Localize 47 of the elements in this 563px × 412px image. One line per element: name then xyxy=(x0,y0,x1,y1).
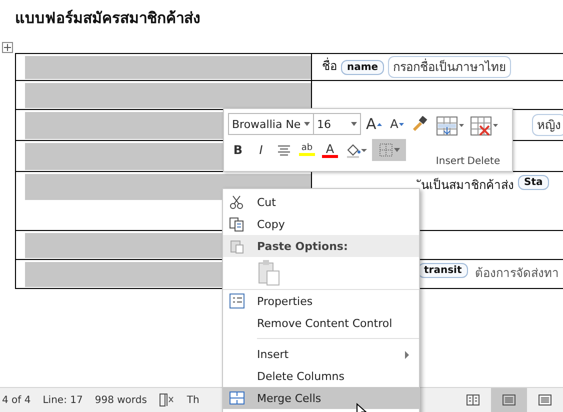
triangle-icon xyxy=(399,122,404,126)
font-name-dropdown[interactable]: Browallia Ne xyxy=(228,113,314,135)
field-label: ันเป็นสมาชิกค้าส่ง xyxy=(418,175,514,197)
caret-icon xyxy=(351,122,357,126)
table-icon xyxy=(229,390,245,406)
menu-item[interactable]: Properties xyxy=(223,290,419,312)
scissors-icon xyxy=(229,194,245,210)
text-input-field[interactable]: กรอกชื่อเป็นภาษาไทย xyxy=(388,56,512,78)
triangle-icon xyxy=(377,122,382,126)
submenu-arrow-icon xyxy=(405,351,409,359)
status-text: 998 words xyxy=(94,394,147,406)
caret-icon xyxy=(304,122,310,126)
shrink-font-button[interactable]: A xyxy=(387,113,408,135)
menu-item[interactable]: Merge Cells xyxy=(223,387,419,409)
bold-button[interactable]: B xyxy=(228,139,248,161)
move-handle-icon[interactable] xyxy=(2,42,13,53)
clipboard-icon[interactable] xyxy=(257,259,281,287)
proofing-icon[interactable] xyxy=(158,393,175,407)
caret-icon xyxy=(394,148,400,152)
highlight-button[interactable]: ab xyxy=(297,139,317,161)
properties-icon xyxy=(229,293,245,309)
content-control-tag: Sta xyxy=(518,175,549,190)
menu-item[interactable]: Remove Content Control xyxy=(223,312,419,334)
italic-button[interactable]: I xyxy=(251,139,271,161)
menu-item[interactable]: Copy xyxy=(223,213,419,235)
font-size-dropdown[interactable]: 16 xyxy=(313,113,361,135)
menu-item[interactable]: Cut xyxy=(223,191,419,213)
field-label: ชื่อ xyxy=(321,56,337,76)
menu-section-header: Paste Options: xyxy=(223,235,419,257)
document-title: แบบฟอร์มสมัครสมาชิกค้าส่ง xyxy=(14,8,201,29)
text-input-field[interactable]: ต้องการจัดส่งทา xyxy=(472,263,559,285)
insert-button[interactable]: Insert xyxy=(434,113,466,169)
menu-item[interactable]: Insert xyxy=(223,343,419,365)
copy-icon xyxy=(229,216,245,232)
font-color-button[interactable]: A xyxy=(320,139,340,161)
menu-item[interactable]: Delete Columns xyxy=(223,365,419,387)
grow-font-button[interactable]: A xyxy=(364,113,384,135)
print-layout-icon[interactable] xyxy=(491,388,527,412)
status-text: 4 of 4 xyxy=(2,394,31,406)
delete-button[interactable]: Delete xyxy=(466,113,502,169)
clipboard-icon xyxy=(229,238,245,254)
content-control-tag: transit xyxy=(418,263,468,278)
borders-icon xyxy=(378,143,392,157)
content-control-tag: name xyxy=(341,60,384,74)
status-text: Line: 17 xyxy=(42,394,83,406)
status-text: Th xyxy=(186,394,200,406)
option-field[interactable]: หญิง xyxy=(532,114,563,136)
